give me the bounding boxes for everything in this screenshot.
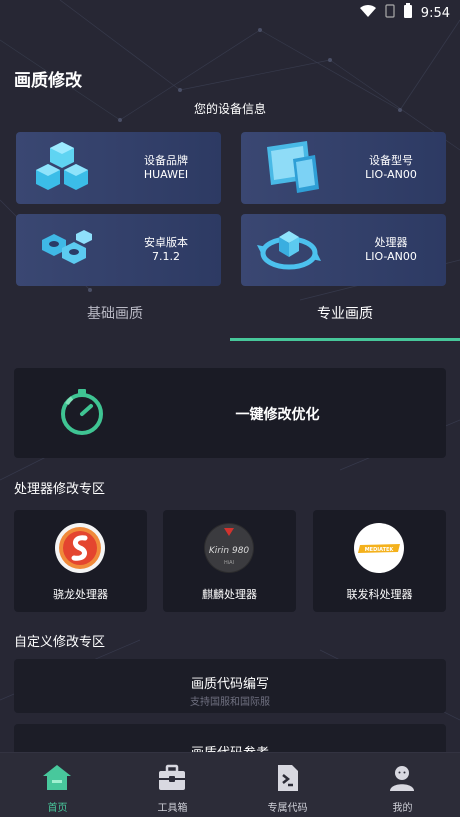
devices-icon xyxy=(241,132,336,204)
code-editor-subtitle: 支持国服和国际服 xyxy=(190,697,270,708)
clock: 9:54 xyxy=(420,5,450,21)
mediatek-logo: MEDIATEK xyxy=(354,523,404,573)
kirin-logo: Kirin 980 HiAI xyxy=(204,523,254,573)
device-brand-label: 设备品牌 xyxy=(144,154,188,167)
page-title: 画质修改 xyxy=(14,71,82,91)
mediatek-chip-text: MEDIATEK xyxy=(365,547,395,553)
custom-section-title: 自定义修改专区 xyxy=(14,635,106,650)
battery-icon xyxy=(403,3,413,23)
one-key-optimize-label: 一键修改优化 xyxy=(235,407,320,423)
nav-exclusive-code-label: 专属代码 xyxy=(267,803,308,814)
snapdragon-card[interactable]: 骁龙处理器 xyxy=(14,510,147,612)
mediatek-card[interactable]: MEDIATEK 联发科处理器 xyxy=(313,510,446,612)
snapdragon-label: 骁龙处理器 xyxy=(53,588,108,601)
user-icon xyxy=(387,763,417,793)
code-editor-card[interactable]: 画质代码编写 支持国服和国际服 xyxy=(14,659,446,713)
code-editor-title: 画质代码编写 xyxy=(190,677,269,692)
processor-value: LIO-AN00 xyxy=(365,250,417,263)
nav-mine[interactable]: 我的 xyxy=(345,753,460,817)
nav-home[interactable]: 首页 xyxy=(0,753,115,817)
device-brand-card: 设备品牌 HUAWEI xyxy=(16,132,221,204)
quality-tabs: 基础画质 专业画质 xyxy=(0,296,460,342)
hex-nuts-icon xyxy=(16,214,111,286)
processor-label: 处理器 xyxy=(374,236,408,249)
tab-indicator xyxy=(230,338,460,341)
kirin-card[interactable]: Kirin 980 HiAI 麒麟处理器 xyxy=(163,510,296,612)
nav-home-label: 首页 xyxy=(47,803,68,814)
processor-section-title: 处理器修改专区 xyxy=(14,482,106,497)
android-version-label: 安卓版本 xyxy=(144,236,188,249)
android-version-card: 安卓版本 7.1.2 xyxy=(16,214,221,286)
home-icon xyxy=(42,763,72,793)
kirin-chip-sub: HiAI xyxy=(224,560,234,566)
device-brand-value: HUAWEI xyxy=(143,168,189,181)
device-model-value: LIO-AN00 xyxy=(365,168,417,181)
bottom-nav: 首页 工具箱 专属代码 我的 xyxy=(0,752,460,817)
kirin-chip-text: Kirin 980 xyxy=(209,546,250,556)
one-key-optimize-button[interactable]: 一键修改优化 xyxy=(14,368,446,458)
snapdragon-logo xyxy=(55,523,105,573)
status-bar: 9:54 xyxy=(0,0,460,26)
tab-pro-quality[interactable]: 专业画质 xyxy=(230,296,460,332)
android-version-value: 7.1.2 xyxy=(152,250,180,263)
nav-exclusive-code[interactable]: 专属代码 xyxy=(230,753,345,817)
nav-toolbox[interactable]: 工具箱 xyxy=(115,753,230,817)
tab-basic-quality[interactable]: 基础画质 xyxy=(0,296,230,332)
kirin-label: 麒麟处理器 xyxy=(202,588,257,601)
nav-mine-label: 我的 xyxy=(392,803,413,814)
terminal-icon xyxy=(272,763,302,793)
nav-toolbox-label: 工具箱 xyxy=(157,803,188,814)
processor-card: 处理器 LIO-AN00 xyxy=(241,214,446,286)
mediatek-label: 联发科处理器 xyxy=(346,588,413,601)
device-info-heading: 您的设备信息 xyxy=(193,102,266,116)
toolbox-icon xyxy=(157,763,187,793)
sim-icon xyxy=(385,4,395,22)
wifi-icon xyxy=(359,4,377,22)
cubes-icon xyxy=(16,132,111,204)
refresh-chip-icon xyxy=(241,214,336,286)
device-model-label: 设备型号 xyxy=(369,154,413,167)
device-model-card: 设备型号 LIO-AN00 xyxy=(241,132,446,204)
